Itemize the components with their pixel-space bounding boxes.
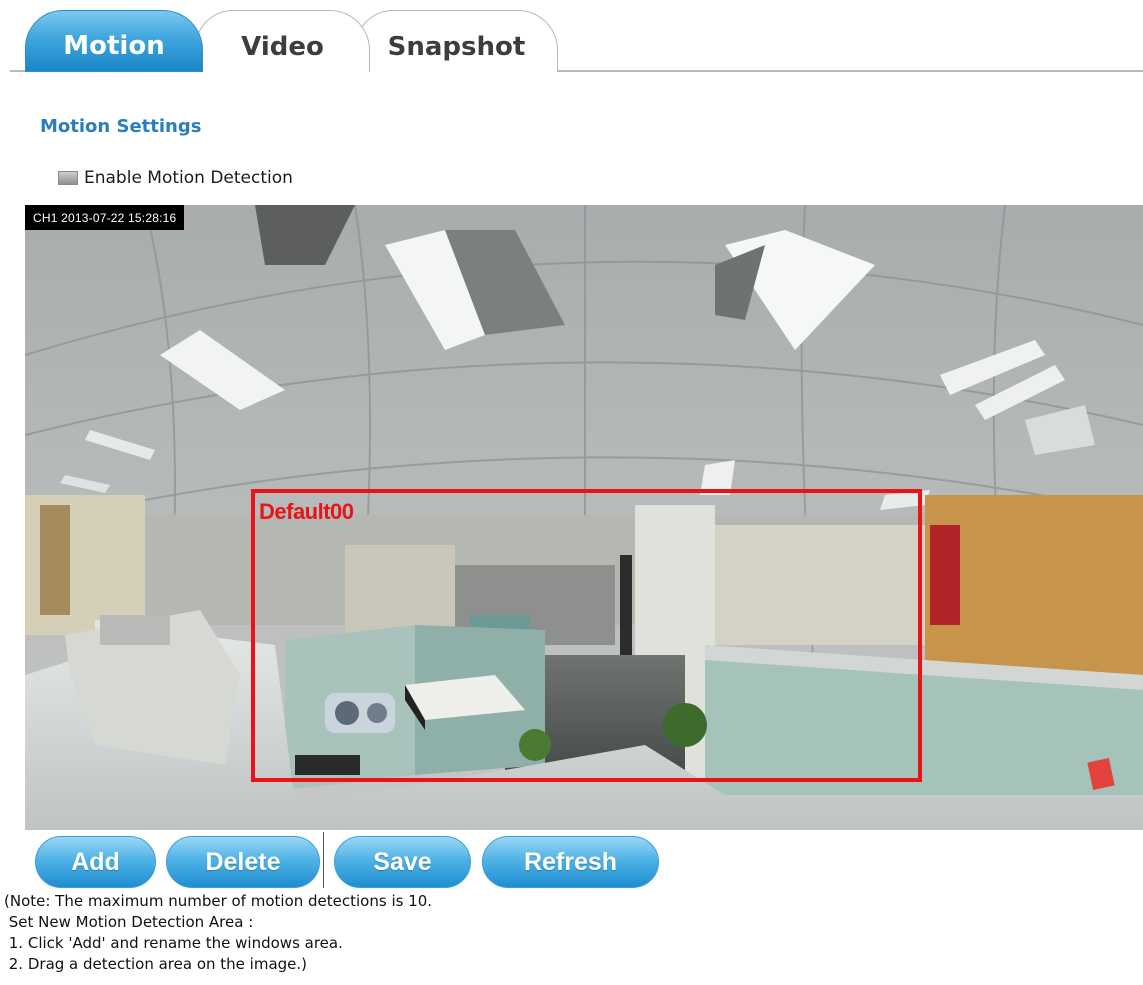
tab-bar: Snapshot Video Motion (0, 0, 1143, 75)
section-title: Motion Settings (40, 116, 202, 137)
tab-video[interactable]: Video (195, 10, 370, 72)
save-button[interactable]: Save (334, 836, 471, 888)
refresh-button[interactable]: Refresh (482, 836, 659, 888)
camera-view[interactable]: CH1 2013-07-22 15:28:16 Default00 (25, 205, 1143, 830)
enable-motion-label: Enable Motion Detection (84, 168, 293, 188)
tab-snapshot[interactable]: Snapshot (355, 10, 558, 72)
detection-area-label: Default00 (259, 499, 354, 524)
enable-motion-row[interactable]: Enable Motion Detection (58, 168, 293, 188)
note-line: 1. Click 'Add' and rename the windows ar… (4, 934, 343, 952)
tab-motion[interactable]: Motion (25, 10, 203, 72)
enable-motion-checkbox[interactable] (58, 171, 78, 185)
note-line: 2. Drag a detection area on the image.) (4, 955, 308, 973)
note-line: (Note: The maximum number of motion dete… (4, 892, 433, 910)
motion-detection-area[interactable]: Default00 (251, 489, 922, 782)
note-line: Set New Motion Detection Area : (4, 913, 254, 931)
camera-timestamp: CH1 2013-07-22 15:28:16 (25, 205, 185, 230)
add-button[interactable]: Add (35, 836, 156, 888)
motion-notes: (Note: The maximum number of motion dete… (4, 891, 432, 975)
delete-button[interactable]: Delete (166, 836, 320, 888)
button-separator (323, 832, 324, 888)
